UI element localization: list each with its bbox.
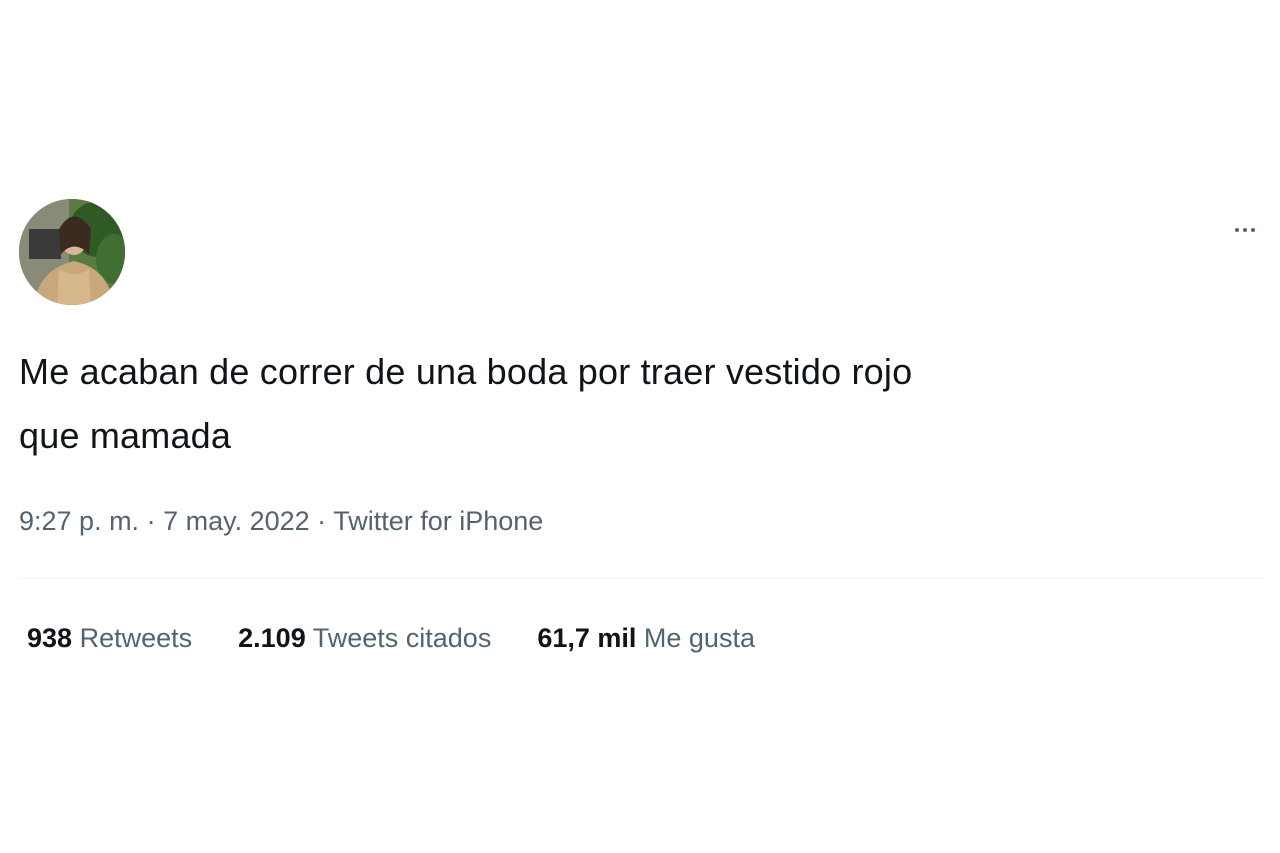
retweets-label: Retweets: [79, 623, 193, 653]
quote-tweets-label: Tweets citados: [312, 623, 492, 653]
tweet-source[interactable]: Twitter for iPhone: [333, 506, 543, 536]
quote-tweets-count: 2.109: [238, 623, 306, 653]
likes-stat[interactable]: 61,7 mil Me gusta: [537, 617, 755, 659]
avatar[interactable]: [19, 199, 125, 305]
more-horizontal-icon: [1235, 228, 1239, 232]
quote-tweets-stat[interactable]: 2.109 Tweets citados: [238, 617, 491, 659]
divider: [19, 578, 1264, 579]
tweet-text: Me acaban de correr de una boda por trae…: [19, 340, 1264, 468]
likes-count: 61,7 mil: [537, 623, 637, 653]
avatar-photo: [19, 199, 125, 305]
retweets-stat[interactable]: 938 Retweets: [27, 617, 192, 659]
tweet-text-line: Me acaban de correr de una boda por trae…: [19, 351, 913, 392]
meta-separator: ·: [309, 506, 334, 536]
more-horizontal-icon-dot: [1243, 228, 1247, 232]
tweet-date[interactable]: 7 may. 2022: [163, 506, 310, 536]
tweet-stats: 938 Retweets 2.109 Tweets citados 61,7 m…: [27, 617, 755, 659]
more-options-button[interactable]: [1218, 213, 1272, 247]
tweet-time[interactable]: 9:27 p. m.: [19, 506, 139, 536]
likes-label: Me gusta: [643, 623, 755, 653]
meta-separator: ·: [139, 506, 164, 536]
retweets-count: 938: [27, 623, 73, 653]
more-horizontal-icon-dot: [1251, 228, 1255, 232]
tweet-text-line: que mamada: [19, 415, 232, 456]
tweet-metadata: 9:27 p. m. · 7 may. 2022 · Twitter for i…: [19, 501, 543, 541]
